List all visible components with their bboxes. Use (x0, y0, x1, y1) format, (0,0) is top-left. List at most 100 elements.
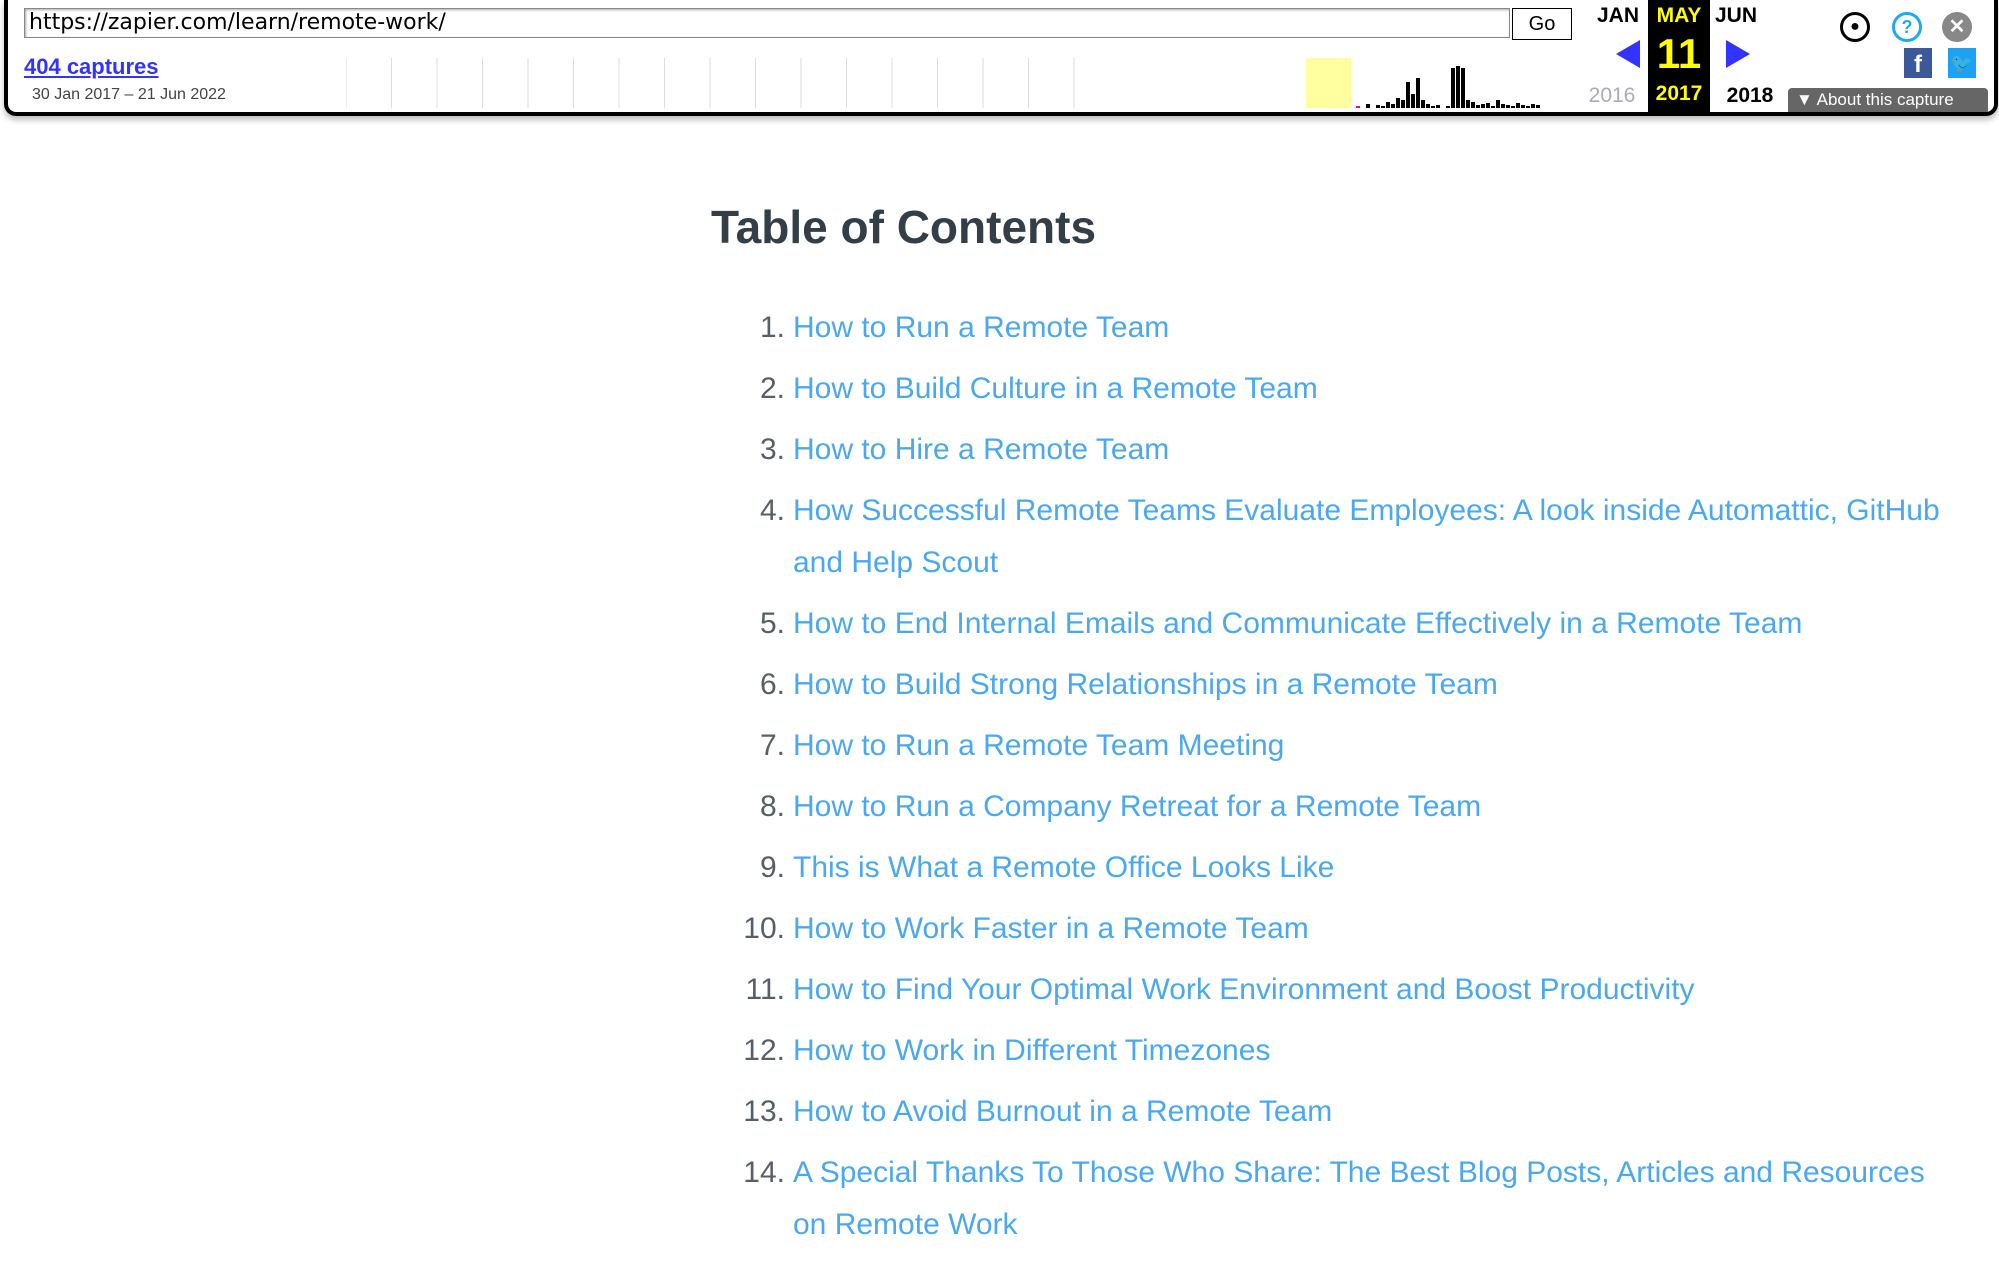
current-year-label: 2017 (1655, 82, 1703, 105)
timeline-capture-bar[interactable] (1486, 103, 1490, 108)
toc-item: 10. How to Work Faster in a Remote Team (743, 903, 1953, 955)
toc-item: 13. How to Avoid Burnout in a Remote Team (743, 1086, 1953, 1138)
toc-item: 2. How to Build Culture in a Remote Team (760, 363, 1953, 415)
timeline-capture-bar[interactable] (1381, 106, 1385, 108)
timeline-capture-bar[interactable] (1451, 68, 1455, 108)
timeline-capture-bar[interactable] (1411, 94, 1415, 108)
timeline-capture-bar[interactable] (1391, 104, 1395, 108)
next-capture-arrow-icon[interactable] (1726, 40, 1750, 68)
toc-item-number: 4. (759, 494, 785, 527)
toc-item: 9. This is What a Remote Office Looks Lik… (760, 842, 1953, 894)
timeline-capture-bar[interactable] (1431, 106, 1435, 108)
timeline-capture-bar[interactable] (1456, 66, 1460, 108)
current-month-label: MAY (1656, 4, 1702, 27)
timeline-capture-bar[interactable] (1536, 105, 1540, 108)
toc-item: 8. How to Run a Company Retreat for a Rem… (760, 781, 1953, 833)
timeline-capture-bar[interactable] (1481, 104, 1485, 108)
toc-item: 5. How to End Internal Emails and Communi… (760, 598, 1953, 650)
toc-item-link[interactable]: How to Work Faster in a Remote Team (793, 912, 1309, 945)
toc-item-number: 13. (743, 1095, 785, 1128)
toc-item-number: 14. (743, 1156, 785, 1189)
prev-year-label[interactable]: 2016 (1584, 84, 1640, 108)
help-icon[interactable]: ? (1892, 12, 1922, 42)
toc-item-number: 9. (759, 851, 785, 884)
url-input[interactable]: https://zapier.com/learn/remote-work/ (24, 8, 1510, 38)
timeline-capture-bar[interactable] (1401, 100, 1405, 108)
timeline-capture-bar[interactable] (1476, 105, 1480, 108)
timeline-capture-bar[interactable] (1521, 105, 1525, 108)
capture-timeline[interactable] (346, 58, 1558, 108)
current-date-column: MAY 11 2017 (1648, 0, 1710, 112)
timeline-capture-bar[interactable] (1471, 102, 1475, 108)
next-month-label[interactable]: JUN (1708, 4, 1764, 28)
toc-item-link[interactable]: A Special Thanks To Those Who Share: The… (793, 1156, 1925, 1241)
timeline-capture-bar[interactable] (1376, 105, 1380, 108)
facebook-share-icon[interactable]: f (1904, 48, 1932, 78)
table-of-contents: 1. How to Run a Remote Team 2. How to Build… (743, 302, 1953, 1260)
timeline-capture-bar[interactable] (1511, 106, 1515, 108)
timeline-capture-bar[interactable] (1421, 100, 1425, 108)
toc-item-link[interactable]: How to Build Culture in a Remote Team (793, 372, 1318, 405)
toc-item-link[interactable]: How to Run a Remote Team Meeting (793, 729, 1284, 762)
toc-item-link[interactable]: How to Find Your Optimal Work Environmen… (793, 973, 1695, 1006)
timeline-capture-bar[interactable] (1506, 105, 1510, 108)
timeline-capture-bar[interactable] (1436, 105, 1440, 108)
timeline-capture-bar[interactable] (1426, 104, 1430, 108)
toc-item-link[interactable]: How to Build Strong Relationships in a R… (793, 668, 1498, 701)
timeline-capture-bar[interactable] (1406, 82, 1410, 108)
about-capture-button[interactable]: ▼ About this capture (1788, 88, 1988, 112)
timeline-capture-bar[interactable] (1531, 104, 1535, 108)
toc-item: 3. How to Hire a Remote Team (760, 424, 1953, 476)
toc-item-number: 2. (759, 372, 785, 405)
toc-item-number: 1. (759, 311, 785, 344)
timeline-capture-bar[interactable] (1516, 103, 1520, 108)
current-day-label: 11 (1656, 30, 1702, 77)
toc-item-number: 6. (759, 668, 785, 701)
user-account-icon[interactable]: ● (1840, 12, 1870, 42)
wayback-toolbar: https://zapier.com/learn/remote-work/ Go… (4, 0, 1998, 116)
about-capture-label: About this capture (1816, 90, 1954, 109)
toc-item-link[interactable]: How to Run a Remote Team (793, 311, 1169, 344)
toc-item: 11. How to Find Your Optimal Work Environ… (746, 964, 1953, 1016)
toc-item-number: 11. (745, 973, 785, 1006)
close-icon[interactable]: ✕ (1942, 12, 1972, 42)
timeline-capture-bar[interactable] (1356, 106, 1360, 108)
timeline-capture-bar[interactable] (1416, 78, 1420, 108)
timeline-capture-bar[interactable] (1366, 104, 1370, 108)
toc-item-number: 8. (759, 790, 785, 823)
next-year-label[interactable]: 2018 (1722, 84, 1778, 108)
toc-item-link[interactable]: How Successful Remote Teams Evaluate Emp… (793, 494, 1940, 579)
toc-item-number: 10. (743, 912, 785, 945)
timeline-capture-bar[interactable] (1496, 100, 1500, 108)
dropdown-triangle-icon: ▼ (1796, 90, 1817, 109)
toc-item: 4. How Successful Remote Teams Evaluate E… (760, 485, 1953, 589)
toc-item-number: 7. (759, 729, 785, 762)
toc-item: 14. A Special Thanks To Those Who Share: … (743, 1147, 1953, 1251)
toc-item-link[interactable]: How to Hire a Remote Team (793, 433, 1169, 466)
twitter-share-icon[interactable]: 🐦 (1948, 48, 1976, 78)
toc-item-link[interactable]: This is What a Remote Office Looks Like (793, 851, 1334, 884)
prev-month-label[interactable]: JAN (1590, 4, 1646, 28)
timeline-capture-bar[interactable] (1446, 106, 1450, 108)
toc-item-link[interactable]: How to Work in Different Timezones (793, 1034, 1270, 1067)
timeline-capture-bar[interactable] (1501, 104, 1505, 108)
timeline-capture-bar[interactable] (1461, 68, 1465, 108)
toc-item: 1. How to Run a Remote Team (760, 302, 1953, 354)
captures-link[interactable]: 404 captures (24, 54, 159, 80)
timeline-capture-bar[interactable] (1466, 100, 1470, 108)
toc-item: 6. How to Build Strong Relationships in a… (760, 659, 1953, 711)
toc-item: 7. How to Run a Remote Team Meeting (760, 720, 1953, 772)
toc-item-link[interactable]: How to Run a Company Retreat for a Remot… (793, 790, 1481, 823)
page-title: Table of Contents (711, 201, 1097, 253)
timeline-capture-bar[interactable] (1396, 98, 1400, 108)
timeline-capture-bar[interactable] (1386, 102, 1390, 108)
toc-item-link[interactable]: How to Avoid Burnout in a Remote Team (793, 1095, 1332, 1128)
capture-date-range: 30 Jan 2017 – 21 Jun 2022 (32, 86, 226, 103)
toc-item-number: 5. (759, 607, 785, 640)
go-button[interactable]: Go (1512, 8, 1572, 40)
toc-item: 12. How to Work in Different Timezones (743, 1025, 1953, 1077)
prev-capture-arrow-icon[interactable] (1616, 40, 1640, 68)
timeline-capture-bar[interactable] (1526, 106, 1530, 108)
toc-item-link[interactable]: How to End Internal Emails and Communica… (793, 607, 1802, 640)
timeline-capture-bar[interactable] (1491, 106, 1495, 108)
